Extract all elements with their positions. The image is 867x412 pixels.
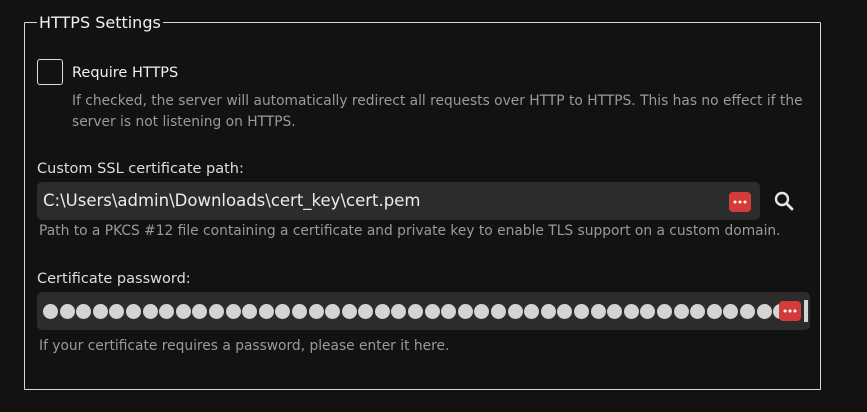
password-mask-dot — [358, 303, 374, 319]
password-mask-dot — [242, 303, 258, 319]
password-mask-dot — [756, 303, 772, 319]
password-mask-dot — [656, 303, 672, 319]
password-manager-icon[interactable] — [729, 192, 751, 212]
require-https-hint-line1: If checked, the server will automaticall… — [72, 93, 803, 109]
password-caret — [804, 300, 808, 322]
password-mask-dot — [507, 303, 523, 319]
password-mask-dot — [739, 303, 755, 319]
password-mask-dot — [374, 303, 390, 319]
password-mask-dot — [291, 303, 307, 319]
cert-password-label: Certificate password: — [37, 271, 191, 287]
password-mask-dot — [192, 303, 208, 319]
password-mask-dot — [258, 303, 274, 319]
password-mask-dot — [557, 303, 573, 319]
password-mask-dot — [109, 303, 125, 319]
cert-path-label: Custom SSL certificate path: — [37, 161, 244, 177]
password-mask-dot — [540, 303, 556, 319]
password-mask-dot — [76, 303, 92, 319]
password-mask-dot — [706, 303, 722, 319]
password-mask-dot — [623, 303, 639, 319]
require-https-checkbox[interactable] — [37, 59, 63, 85]
cert-password-hint: If your certificate requires a password,… — [39, 338, 450, 354]
https-settings-legend: HTTPS Settings — [37, 12, 163, 34]
require-https-label[interactable]: Require HTTPS — [72, 64, 178, 82]
password-mask-dot — [43, 303, 58, 319]
password-mask — [43, 292, 789, 330]
password-mask-dot — [491, 303, 507, 319]
password-mask-dot — [424, 303, 440, 319]
password-mask-dot — [159, 303, 175, 319]
password-mask-dot — [457, 303, 473, 319]
password-mask-dot — [408, 303, 424, 319]
cert-path-input[interactable]: C:\Users\admin\Downloads\cert_key\cert.p… — [37, 182, 760, 220]
dots-icon — [783, 309, 797, 313]
password-mask-dot — [225, 303, 241, 319]
password-mask-dot — [325, 303, 341, 319]
password-mask-dot — [474, 303, 490, 319]
password-mask-dot — [175, 303, 191, 319]
password-mask-dot — [142, 303, 158, 319]
password-mask-dot — [275, 303, 291, 319]
password-mask-dot — [208, 303, 224, 319]
password-mask-dot — [125, 303, 141, 319]
password-mask-dot — [441, 303, 457, 319]
cert-password-input[interactable] — [37, 292, 810, 330]
browse-certificate-button[interactable] — [772, 189, 796, 213]
password-mask-dot — [673, 303, 689, 319]
cert-path-hint: Path to a PKCS #12 file containing a cer… — [39, 223, 781, 239]
password-manager-icon[interactable] — [779, 301, 801, 321]
password-mask-dot — [391, 303, 407, 319]
password-mask-dot — [308, 303, 324, 319]
password-mask-dot — [690, 303, 706, 319]
cert-path-value[interactable]: C:\Users\admin\Downloads\cert_key\cert.p… — [43, 182, 420, 220]
password-mask-dot — [341, 303, 357, 319]
password-mask-dot — [723, 303, 739, 319]
password-mask-dot — [92, 303, 108, 319]
search-icon — [774, 191, 794, 211]
dots-icon — [733, 200, 747, 204]
password-mask-dot — [607, 303, 623, 319]
password-mask-dot — [59, 303, 75, 319]
password-mask-dot — [640, 303, 656, 319]
password-mask-dot — [574, 303, 589, 319]
require-https-hint-line2: server is not listening on HTTPS. — [72, 114, 296, 130]
password-mask-dot — [590, 303, 606, 319]
password-mask-dot — [524, 303, 540, 319]
